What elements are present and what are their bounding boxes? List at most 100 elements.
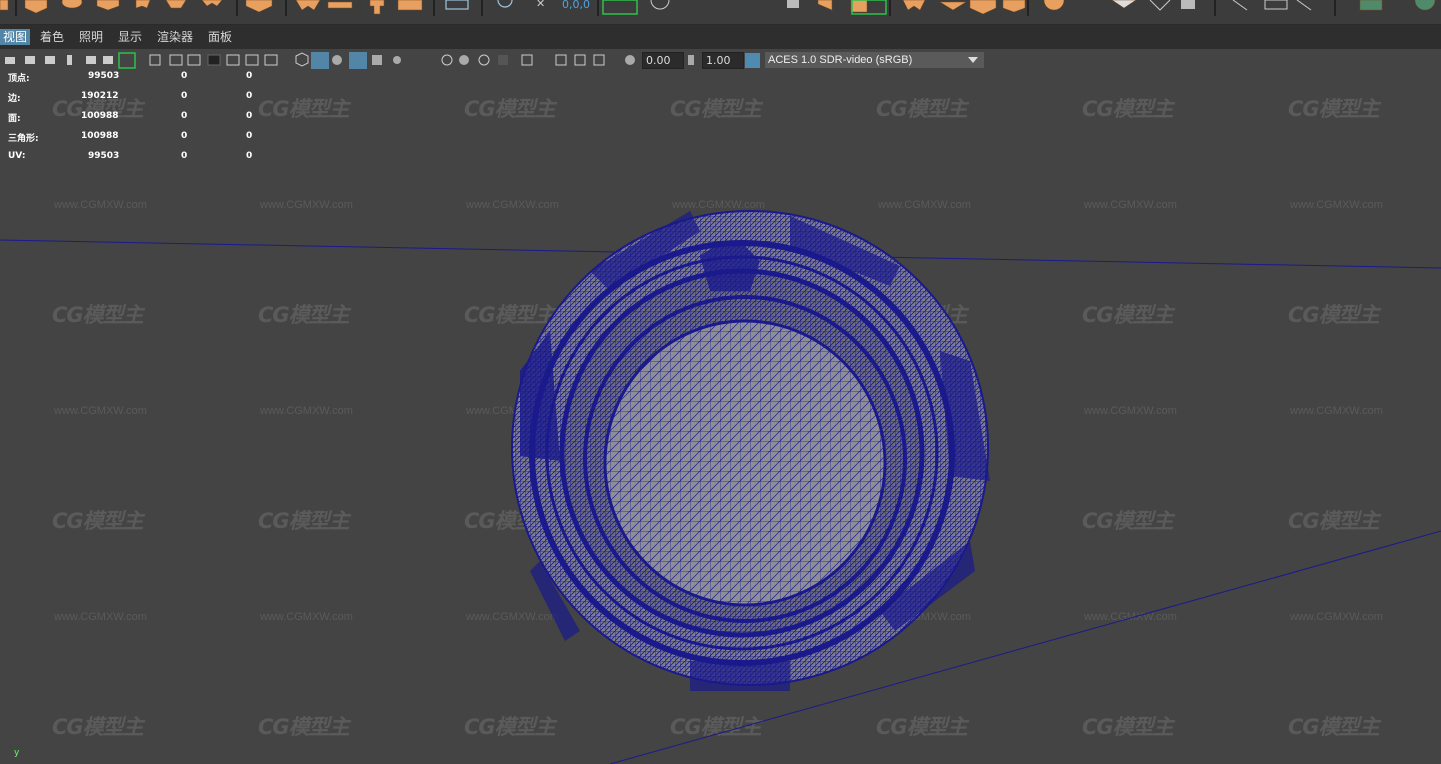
green-circle-icon[interactable] (1414, 0, 1436, 11)
panel-toolbar: 0.00 1.00 ACES 1.0 SDR-video (sRGB) (0, 50, 1441, 72)
isolate-select-icon[interactable] (521, 54, 533, 66)
quadrangulate-icon[interactable] (969, 0, 997, 15)
menu-show[interactable]: 显示 (115, 29, 145, 45)
menu-renderer[interactable]: 渲染器 (154, 29, 196, 45)
camera-select-icon[interactable] (5, 57, 15, 64)
pivot-icon[interactable] (497, 0, 513, 8)
grease-pencil-icon[interactable] (103, 56, 113, 64)
color-management-icon[interactable] (745, 53, 760, 68)
hud-row: 三角形: 100988 0 0 (8, 131, 268, 144)
hud-value: 0 (181, 151, 188, 161)
hud-label: 边: (8, 94, 21, 104)
lattice-icon[interactable] (1359, 0, 1383, 11)
platonic-icon[interactable] (245, 0, 273, 13)
viewport-3d[interactable]: CG模型主 www.CGMXW.com CG模型主 www.CGMXW.com CG模型… (0, 71, 1441, 764)
snap-icon[interactable] (602, 0, 638, 15)
chevron-down-icon (968, 57, 978, 63)
hud-row: UV: 99503 0 0 (8, 151, 268, 163)
panel-menu-bar: 视图 着色 照明 显示 渲染器 面板 (0, 25, 1441, 49)
pencil-icon[interactable] (118, 52, 136, 69)
grid-toggle-icon[interactable] (149, 54, 161, 66)
bevel-icon[interactable] (369, 0, 385, 15)
sphere-outline-icon[interactable] (650, 0, 670, 10)
lights-icon[interactable] (393, 56, 401, 64)
display-layers-icon[interactable] (445, 0, 469, 10)
triangulate-icon[interactable] (939, 1, 967, 11)
smooth-icon[interactable] (902, 0, 926, 11)
coord-readout: 0,0,0 (562, 0, 590, 11)
combine-icon[interactable] (397, 0, 423, 11)
extrude-icon[interactable] (295, 0, 321, 11)
pen-icon[interactable] (1232, 0, 1248, 11)
poly-disc-icon[interactable] (201, 0, 223, 7)
camera-attributes-icon[interactable] (25, 56, 35, 64)
hud-label: 面: (8, 114, 21, 124)
exposure-field[interactable]: 0.00 (642, 52, 684, 69)
film-gate-icon[interactable] (169, 54, 183, 66)
resolution-gate-icon[interactable] (187, 54, 201, 66)
rect-select-icon[interactable] (1264, 0, 1288, 10)
motion-blur-icon[interactable] (459, 55, 469, 65)
menu-view[interactable]: 视图 (0, 29, 31, 45)
hud-value: 0 (246, 131, 253, 141)
menu-panels[interactable]: 面板 (205, 29, 235, 45)
safe-action-icon[interactable] (245, 54, 259, 66)
wireframe-mode-icon[interactable] (295, 52, 309, 67)
poly-cylinder-icon[interactable] (61, 0, 83, 9)
checker-icon[interactable] (1181, 0, 1195, 9)
gate-mask-icon[interactable] (207, 54, 221, 66)
hud-value: 100988 (81, 131, 119, 141)
safe-title-icon[interactable] (264, 54, 278, 66)
poly-sphere-icon[interactable] (24, 0, 48, 14)
poly-cube-icon[interactable] (0, 0, 9, 11)
bridge-icon[interactable] (327, 1, 353, 9)
triangle-outline-icon[interactable] (1149, 0, 1171, 11)
exposure-icon[interactable] (625, 55, 635, 65)
xray-components-icon[interactable] (593, 54, 605, 66)
bookmark-icon[interactable] (45, 56, 55, 64)
wireframe-model[interactable] (511, 210, 990, 691)
uv-icon[interactable] (1111, 0, 1137, 9)
hud-value: 99503 (88, 71, 120, 81)
hud-label: 三角形: (8, 134, 39, 144)
shadows-icon[interactable] (441, 54, 453, 66)
shelf-icons: ✕ (0, 0, 1436, 16)
ao-icon[interactable] (478, 54, 490, 66)
xray-icon[interactable] (555, 54, 567, 66)
menu-lighting[interactable]: 照明 (76, 29, 106, 45)
boolean-icon[interactable] (850, 0, 868, 13)
menu-shading[interactable]: 着色 (37, 29, 67, 45)
gamma-icon[interactable] (688, 55, 694, 65)
poly-torus-icon[interactable] (135, 0, 151, 9)
grid-icon[interactable] (787, 0, 799, 8)
2d-pan-icon[interactable] (86, 56, 96, 64)
soccer-ball-icon[interactable] (1043, 0, 1065, 11)
hud-value: 0 (181, 111, 188, 121)
image-plane-icon[interactable] (67, 55, 72, 65)
antialias-icon[interactable] (498, 55, 508, 65)
default-material-icon[interactable] (332, 55, 342, 65)
poly-cone-icon[interactable] (96, 0, 120, 11)
axis-indicator: y (14, 748, 26, 762)
hud-value: 0 (246, 91, 253, 101)
scene-canvas[interactable] (0, 71, 1441, 764)
hud-value: 0 (181, 131, 188, 141)
hud-row: 顶点: 99503 0 0 (8, 71, 268, 84)
knife-icon[interactable] (1296, 0, 1312, 11)
xray-joints-icon[interactable] (574, 54, 586, 66)
hud-value: 0 (181, 71, 188, 81)
hud-value: 99503 (88, 151, 120, 161)
wireframe-on-shaded-icon[interactable] (349, 52, 367, 69)
textured-icon[interactable] (372, 55, 382, 65)
hud-label: 顶点: (8, 74, 30, 84)
mirror-icon[interactable] (817, 0, 833, 11)
axis-y-label: y (14, 748, 20, 758)
color-space-dropdown[interactable]: ACES 1.0 SDR-video (sRGB) (765, 52, 984, 68)
field-chart-icon[interactable] (226, 54, 240, 66)
gamma-field[interactable]: 1.00 (702, 52, 744, 69)
poly-plane-icon[interactable] (165, 0, 187, 9)
shelf-toolbar: ✕ 0,0,0 (0, 0, 1441, 25)
sculpt-icon[interactable] (1002, 0, 1026, 13)
smooth-shade-icon[interactable] (311, 52, 329, 69)
hud-value: 0 (246, 111, 253, 121)
